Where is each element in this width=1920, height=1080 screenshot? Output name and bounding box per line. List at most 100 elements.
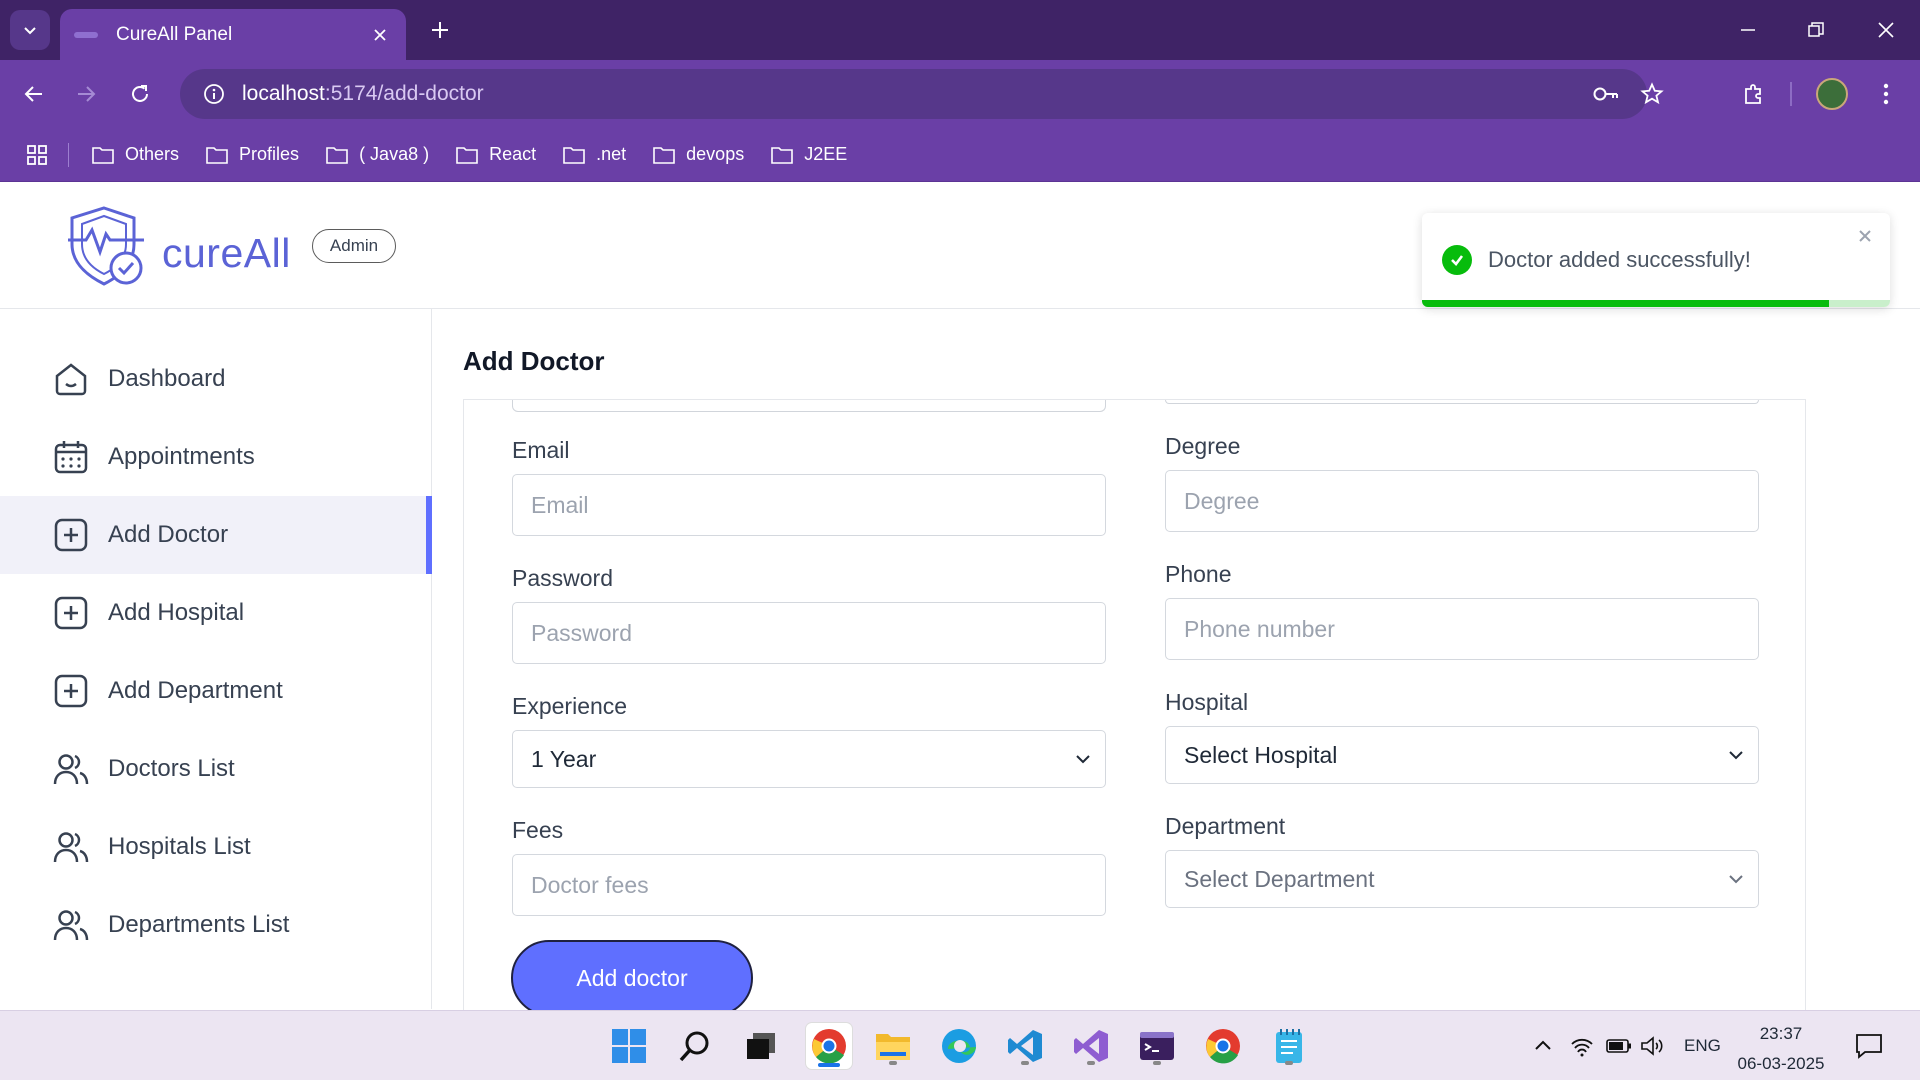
department-select[interactable]: Select Department <box>1165 850 1759 908</box>
chrome-icon <box>812 1029 846 1064</box>
sidebar-item-add-doctor[interactable]: Add Doctor <box>0 496 432 574</box>
os-taskbar: ENG 23:37 06-03-2025 <box>0 1010 1920 1080</box>
experience-select[interactable]: 1 Year <box>512 730 1106 788</box>
notifications-button[interactable] <box>1855 1011 1883 1080</box>
extensions-button[interactable] <box>1734 74 1774 114</box>
taskbar-terminal[interactable] <box>1134 1023 1180 1069</box>
sidebar-item-departments-list[interactable]: Departments List <box>0 886 432 964</box>
running-app-dot <box>1021 1061 1029 1065</box>
sidebar-item-add-hospital[interactable]: Add Hospital <box>0 574 432 652</box>
taskbar-vscode[interactable] <box>1002 1023 1048 1069</box>
input-language[interactable]: ENG <box>1684 1011 1721 1080</box>
new-tab-button[interactable] <box>424 14 456 46</box>
bookmark-folder-profiles[interactable]: Profiles <box>205 144 299 165</box>
bookmark-folder-others[interactable]: Others <box>91 144 179 165</box>
taskbar-chrome-profile[interactable] <box>806 1023 852 1069</box>
apps-grid-icon[interactable] <box>24 142 50 168</box>
tray-overflow-button[interactable] <box>1532 1011 1554 1080</box>
tab-search-button[interactable] <box>10 10 50 50</box>
bookmark-folder-react[interactable]: React <box>455 144 536 165</box>
bookmarks-bar: Others Profiles ( Java8 ) React .net dev… <box>0 128 1920 182</box>
profile-avatar[interactable] <box>1816 78 1848 110</box>
folder-icon <box>653 146 675 164</box>
restore-icon <box>1808 22 1824 37</box>
start-button[interactable] <box>606 1023 652 1069</box>
people-icon <box>52 906 90 944</box>
battery-status[interactable] <box>1606 1011 1632 1080</box>
degree-field[interactable]: Degree <box>1165 470 1759 532</box>
tab-title: CureAll Panel <box>116 23 233 45</box>
taskbar-notepad[interactable] <box>1266 1023 1312 1069</box>
folder-icon <box>456 146 478 164</box>
taskbar-file-explorer[interactable] <box>870 1023 916 1069</box>
search-icon <box>679 1031 709 1062</box>
restore-button[interactable] <box>1796 12 1836 48</box>
folder-icon <box>326 146 348 164</box>
task-view-button[interactable] <box>738 1023 784 1069</box>
sidebar-item-add-department[interactable]: Add Department <box>0 652 432 730</box>
system-clock[interactable]: 23:37 06-03-2025 <box>1726 1019 1836 1079</box>
site-info-icon[interactable] <box>194 74 234 114</box>
address-bar[interactable]: localhost:5174/add-doctor <box>180 69 1664 119</box>
add-doctor-button[interactable]: Add doctor <box>511 940 753 1016</box>
folder-icon <box>563 146 585 164</box>
bookmark-folder-dotnet[interactable]: .net <box>562 144 626 165</box>
bookmark-star-icon[interactable] <box>1632 74 1672 114</box>
notification-icon <box>1856 1034 1882 1059</box>
email-field[interactable]: Email <box>512 474 1106 536</box>
sidebar-item-appointments[interactable]: Appointments <box>0 418 432 496</box>
windows-logo-icon <box>612 1029 646 1063</box>
browser-tab[interactable]: CureAll Panel <box>60 9 406 60</box>
sidebar-item-label: Add Department <box>108 677 283 704</box>
bookmark-folder-devops[interactable]: devops <box>652 144 744 165</box>
close-window-button[interactable] <box>1866 12 1906 48</box>
hospital-select[interactable]: Select Hospital <box>1165 726 1759 784</box>
task-view-icon <box>747 1033 775 1059</box>
wifi-status[interactable] <box>1570 1011 1594 1080</box>
people-icon <box>52 828 90 866</box>
sidebar-item-doctors-list[interactable]: Doctors List <box>0 730 432 808</box>
bookmark-label: Others <box>125 144 180 164</box>
password-key-icon[interactable] <box>1586 74 1626 114</box>
bookmark-label: React <box>489 144 537 164</box>
chevron-down-icon <box>24 27 36 35</box>
sidebar-item-hospitals-list[interactable]: Hospitals List <box>0 808 432 886</box>
email-placeholder: Email <box>531 491 589 518</box>
taskbar-search-button[interactable] <box>672 1023 718 1069</box>
password-field[interactable]: Password <box>512 602 1106 664</box>
back-button[interactable] <box>14 74 54 114</box>
hospital-label: Hospital <box>1165 689 1249 715</box>
bookmark-folder-java8[interactable]: ( Java8 ) <box>325 144 429 165</box>
taskbar-visual-studio[interactable] <box>1068 1023 1114 1069</box>
phone-label: Phone <box>1165 561 1232 587</box>
browser-menu-button[interactable] <box>1866 74 1906 114</box>
reload-button[interactable] <box>120 74 160 114</box>
sidebar-item-label: Dashboard <box>108 365 226 392</box>
toolbar-divider <box>1790 82 1792 106</box>
sidebar-item-dashboard[interactable]: Dashboard <box>0 340 432 418</box>
add-square-icon <box>52 516 90 554</box>
bookmark-folder-j2ee[interactable]: J2EE <box>770 144 847 165</box>
forward-button[interactable] <box>66 74 106 114</box>
fees-field[interactable]: Doctor fees <box>512 854 1106 916</box>
volume-control[interactable] <box>1640 1011 1666 1080</box>
reload-icon <box>132 85 148 102</box>
cureall-shield-logo-icon <box>68 206 144 286</box>
add-square-icon <box>52 672 90 710</box>
taskbar-edge[interactable] <box>936 1023 982 1069</box>
chevron-down-icon <box>1729 751 1743 760</box>
add-square-icon <box>52 594 90 632</box>
url-path: :5174/add-doctor <box>324 82 484 105</box>
taskbar-chrome[interactable] <box>1200 1023 1246 1069</box>
clock-date: 06-03-2025 <box>1737 1054 1825 1073</box>
running-app-dot <box>1153 1061 1161 1065</box>
tab-close-button[interactable] <box>368 23 392 47</box>
minimize-button[interactable] <box>1728 12 1768 48</box>
bookmark-label: devops <box>686 144 745 164</box>
bookmarks-separator <box>68 142 69 167</box>
minimize-icon <box>1741 29 1755 31</box>
phone-field[interactable]: Phone number <box>1165 598 1759 660</box>
degree-label: Degree <box>1165 433 1241 459</box>
brand-name: cureAll <box>162 230 291 276</box>
toast-close-button[interactable] <box>1854 225 1876 247</box>
